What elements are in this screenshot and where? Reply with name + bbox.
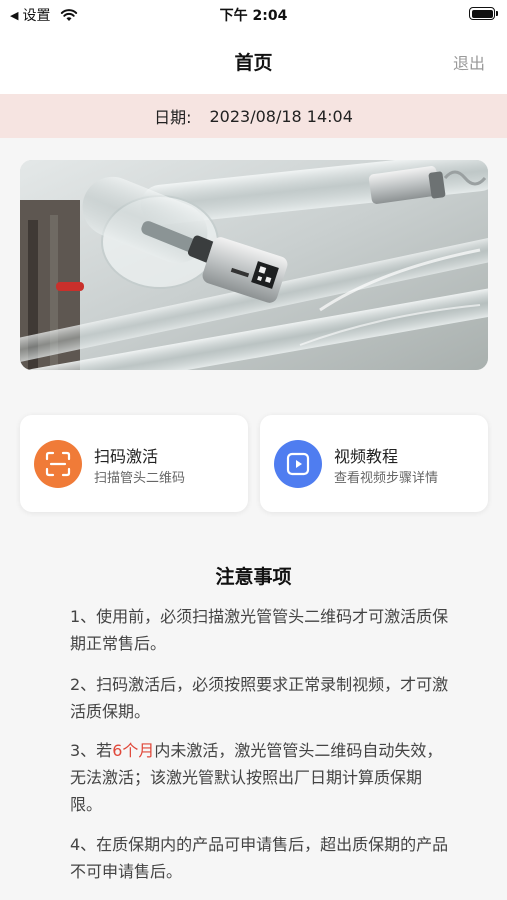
laser-tube-photo: [20, 160, 488, 370]
video-tutorial-card[interactable]: 视频教程 查看视频步骤详情: [260, 415, 488, 512]
scan-activate-card[interactable]: 扫码激活 扫描管头二维码: [20, 415, 248, 512]
page-title: 首页: [234, 52, 273, 74]
scan-activate-subtitle: 扫描管头二维码: [94, 471, 186, 486]
note-item-2: 2、扫码激活后，必须按照要求正常录制视频，才可激活质保期。: [70, 675, 449, 721]
note-item-4: 4、在质保期内的产品可申请售后，超出质保期的产品不可申请售后。: [70, 835, 449, 881]
note-item-3-before: 3、若: [70, 741, 113, 760]
video-tutorial-subtitle: 查看视频步骤详情: [334, 471, 439, 486]
date-label: 日期:: [154, 108, 192, 127]
note-item-3-highlight: 6个月: [112, 741, 155, 760]
notes-title: 注意事项: [215, 566, 292, 588]
status-time: 下午 2:04: [219, 8, 288, 24]
status-bar: ◀ 设置 下午 2:04: [0, 0, 507, 28]
date-bar: 日期: 2023/08/18 14:04: [0, 94, 507, 138]
scan-activate-title: 扫码激活: [94, 447, 159, 466]
logout-button[interactable]: 退出: [453, 50, 485, 74]
note-item-1: 1、使用前，必须扫描激光管管头二维码才可激活质保期正常售后。: [70, 607, 449, 653]
date-value: 2023/08/18 14:04: [209, 106, 353, 126]
nav-bar: 首页 退出: [0, 28, 507, 94]
note-item-3: 3、若6个月内未激活，激光管管头二维码自动失效，无法激活；该激光管默认按照出厂日…: [70, 737, 450, 818]
scan-frame-icon: [34, 440, 82, 488]
video-tutorial-title: 视频教程: [334, 447, 399, 466]
banner-image: [20, 160, 488, 370]
play-icon: [274, 440, 322, 488]
battery-icon: [469, 7, 498, 20]
